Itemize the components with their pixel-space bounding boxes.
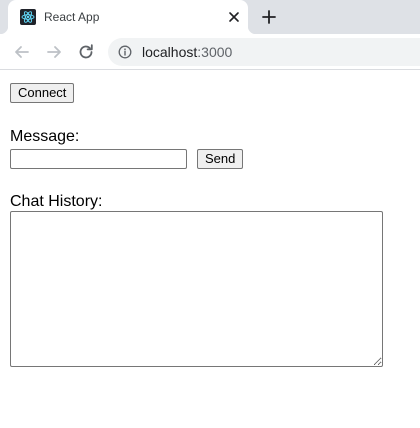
close-tab-icon[interactable]: [226, 9, 242, 25]
message-label: Message:: [10, 128, 80, 145]
react-logo-icon: [20, 9, 36, 25]
address-bar[interactable]: localhost:3000: [108, 38, 420, 66]
url-port: :3000: [197, 44, 233, 60]
browser-toolbar: localhost:3000: [0, 34, 420, 70]
back-arrow-icon[interactable]: [12, 42, 32, 62]
reload-icon[interactable]: [76, 42, 96, 62]
site-info-icon[interactable]: [118, 45, 132, 59]
chat-history-textarea[interactable]: [10, 211, 383, 367]
url-host: localhost: [142, 44, 198, 60]
tab-strip: React App: [0, 0, 420, 34]
send-button[interactable]: Send: [197, 149, 244, 169]
tab-title: React App: [44, 10, 100, 24]
browser-window: React App localhost:3000 Connect Message…: [0, 0, 420, 428]
browser-tab-react-app[interactable]: React App: [0, 0, 256, 34]
message-input[interactable]: [10, 149, 187, 169]
connect-button[interactable]: Connect: [10, 83, 75, 103]
new-tab-plus-icon[interactable]: [260, 8, 278, 26]
page-content: Connect Message: Send Chat History:: [0, 70, 420, 428]
chat-history-label: Chat History:: [10, 193, 103, 210]
address-url: localhost:3000: [142, 44, 232, 60]
forward-arrow-icon[interactable]: [44, 42, 64, 62]
